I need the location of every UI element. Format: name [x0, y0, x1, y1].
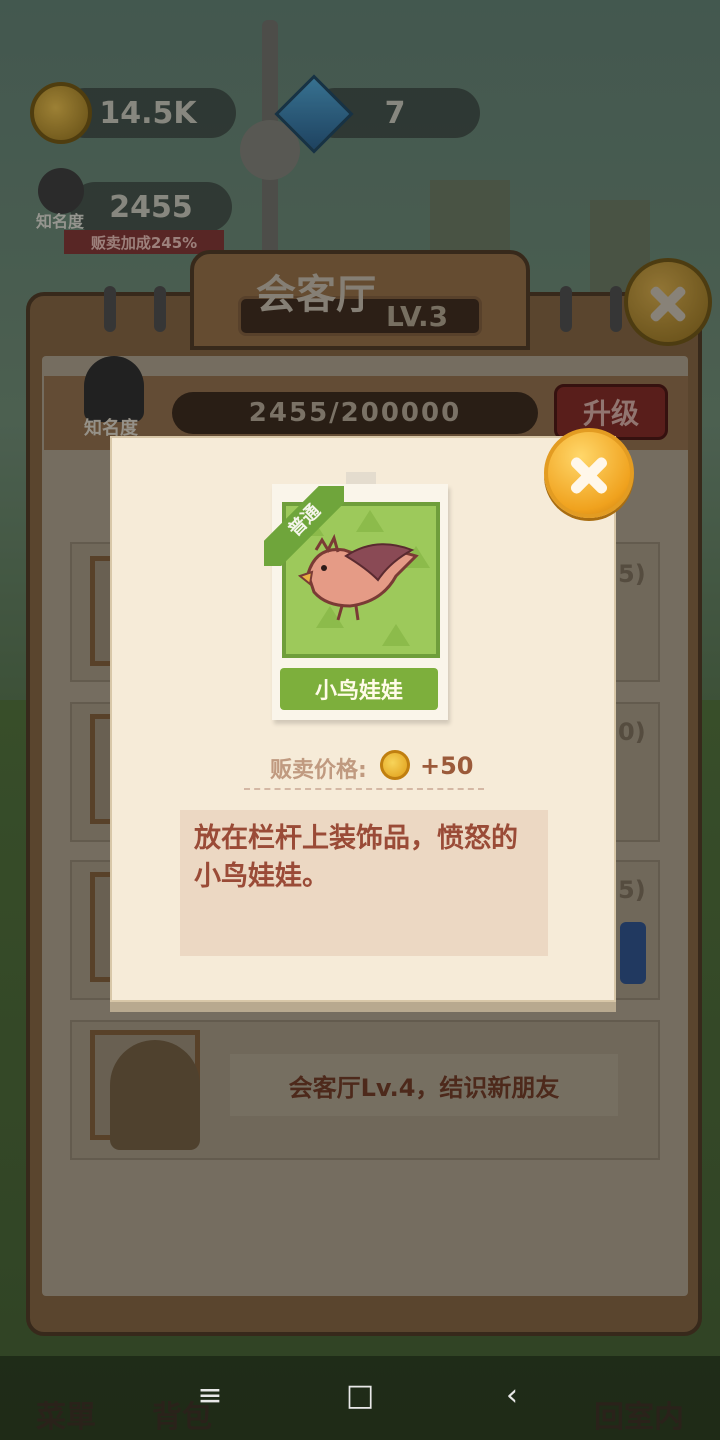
system-back-button[interactable]: ‹ [490, 1376, 534, 1416]
rarity-label: 普通 [264, 486, 344, 566]
divider [244, 788, 484, 790]
sell-price-value: +50 [420, 752, 474, 780]
recent-apps-button[interactable]: ≡ [188, 1376, 232, 1416]
item-description: 放在栏杆上装饰品，愤怒的小鸟娃娃。 [194, 823, 518, 892]
system-home-button[interactable]: □ [338, 1376, 382, 1416]
item-name: 小鸟娃娃 [280, 668, 438, 710]
coin-icon [380, 750, 410, 780]
close-icon[interactable] [544, 428, 634, 518]
sell-price-label: 贩卖价格: [270, 758, 367, 783]
rarity-ribbon: 普通 [264, 486, 344, 566]
